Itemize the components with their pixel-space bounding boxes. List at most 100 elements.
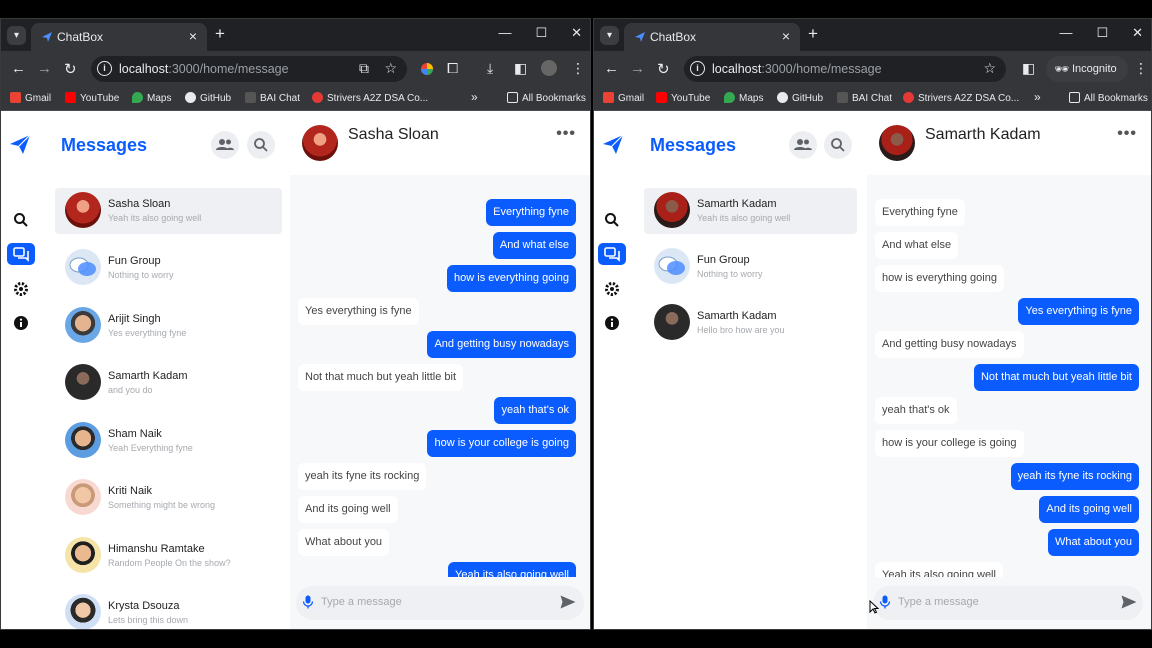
contacts-button[interactable] bbox=[789, 131, 817, 159]
conversation-panel: Messages Sasha Sloan Yeah its also going… bbox=[41, 111, 289, 629]
download-icon[interactable]: ⤓ bbox=[487, 60, 493, 77]
more-options-icon[interactable]: ••• bbox=[1117, 125, 1137, 143]
new-tab-icon[interactable]: + bbox=[215, 24, 225, 44]
conversation-item[interactable]: Sham Naik Yeah Everything fyne bbox=[55, 418, 282, 464]
conversation-item[interactable]: Krysta Dsouza Lets bring this down bbox=[55, 590, 282, 629]
all-bookmarks[interactable]: All Bookmarks bbox=[1069, 92, 1148, 104]
bookmark-youtube[interactable]: YouTube bbox=[65, 92, 119, 104]
side-panel-icon[interactable]: ◧ bbox=[514, 60, 527, 77]
search-button[interactable] bbox=[247, 131, 275, 159]
reload-icon[interactable]: ↻ bbox=[657, 60, 670, 78]
nav-info-icon[interactable] bbox=[7, 312, 35, 334]
profile-avatar[interactable] bbox=[541, 60, 557, 76]
browser-toolbar: ← → ↻ i localhost:3000/home/message ⧉ ☆ … bbox=[1, 51, 590, 87]
app-logo-icon bbox=[603, 134, 624, 154]
more-bookmarks-icon[interactable]: » bbox=[471, 90, 478, 104]
minimize-icon[interactable]: — bbox=[1059, 25, 1072, 41]
message-bubble: yeah its fyne its rocking bbox=[298, 463, 427, 490]
close-window-icon[interactable]: ✕ bbox=[571, 25, 582, 41]
conversation-item[interactable]: Arijit Singh Yes everything fyne bbox=[55, 303, 282, 349]
conversation-preview: Yes everything fyne bbox=[108, 328, 187, 338]
url-text: localhost:3000/home/message bbox=[712, 62, 882, 76]
conversation-name: Kriti Naik bbox=[108, 485, 153, 497]
forward-icon[interactable]: → bbox=[37, 60, 52, 77]
conversation-item[interactable]: Kriti Naik Something might be wrong bbox=[55, 475, 282, 521]
bookmark-strivers[interactable]: Strivers A2Z DSA Co... bbox=[312, 92, 428, 104]
bookmark-github[interactable]: GitHub bbox=[185, 92, 231, 104]
chat-panel: Samarth Kadam ••• Everything fyne And wh… bbox=[867, 111, 1151, 629]
forward-icon[interactable]: → bbox=[630, 60, 645, 77]
nav-info-icon[interactable] bbox=[598, 312, 626, 334]
site-info-icon[interactable]: i bbox=[97, 61, 112, 76]
screen: ▾ ChatBox × + — ☐ ✕ ← → ↻ i localhost:30… bbox=[0, 0, 1152, 648]
nav-settings-icon[interactable] bbox=[7, 278, 35, 300]
bookmark-gmail[interactable]: Gmail bbox=[10, 92, 51, 104]
reload-icon[interactable]: ↻ bbox=[64, 60, 77, 78]
close-window-icon[interactable]: ✕ bbox=[1132, 25, 1143, 41]
bookmark-maps[interactable]: Maps bbox=[724, 92, 763, 104]
browser-window-right: ▾ ChatBox × + — ☐ ✕ ← → ↻ i localhost:30… bbox=[593, 18, 1152, 630]
extensions-puzzle-icon[interactable]: ⧠ bbox=[447, 60, 458, 77]
cast-icon[interactable]: ⧉ bbox=[359, 60, 369, 77]
address-bar[interactable]: i localhost:3000/home/message ☆ bbox=[684, 56, 1006, 82]
all-bookmarks[interactable]: All Bookmarks bbox=[507, 92, 586, 104]
back-icon[interactable]: ← bbox=[604, 60, 619, 77]
bookmark-github[interactable]: GitHub bbox=[777, 92, 823, 104]
bookmark-strivers[interactable]: Strivers A2Z DSA Co... bbox=[903, 92, 1019, 104]
send-icon[interactable] bbox=[560, 595, 576, 609]
conversation-item[interactable]: Fun Group Nothing to worry bbox=[55, 245, 282, 291]
menu-kebab-icon[interactable]: ⋮ bbox=[1134, 60, 1148, 77]
new-tab-icon[interactable]: + bbox=[808, 24, 818, 44]
conversation-name: Sham Naik bbox=[108, 428, 162, 440]
bookmark-youtube[interactable]: YouTube bbox=[656, 92, 710, 104]
side-panel-icon[interactable]: ◧ bbox=[1022, 60, 1035, 77]
search-button[interactable] bbox=[824, 131, 852, 159]
minimize-icon[interactable]: — bbox=[498, 25, 511, 41]
maximize-icon[interactable]: ☐ bbox=[535, 25, 547, 41]
microphone-icon[interactable] bbox=[879, 595, 891, 609]
maximize-icon[interactable]: ☐ bbox=[1096, 25, 1108, 41]
bookmark-gmail[interactable]: Gmail bbox=[603, 92, 644, 104]
microphone-icon[interactable] bbox=[302, 595, 314, 609]
bookmark-star-icon[interactable]: ☆ bbox=[384, 60, 397, 77]
incognito-icon: 🕶 bbox=[1054, 62, 1070, 76]
more-bookmarks-icon[interactable]: » bbox=[1034, 90, 1041, 104]
conversation-item[interactable]: Samarth Kadam and you do bbox=[55, 360, 282, 406]
bookmark-bai-chat[interactable]: BAI Chat bbox=[245, 92, 300, 104]
conversation-item[interactable]: Samarth Kadam Yeah its also going well bbox=[644, 188, 857, 234]
menu-kebab-icon[interactable]: ⋮ bbox=[571, 60, 585, 77]
conversation-item[interactable]: Sasha Sloan Yeah its also going well bbox=[55, 188, 282, 234]
chat-contact-name: Sasha Sloan bbox=[348, 126, 439, 143]
conversation-item[interactable]: Himanshu Ramtake Random People On the sh… bbox=[55, 533, 282, 579]
tab-chatbox[interactable]: ChatBox × bbox=[31, 23, 207, 51]
tab-search-icon[interactable]: ▾ bbox=[7, 26, 26, 45]
message-bubble: how is your college is going bbox=[875, 430, 1024, 457]
address-bar[interactable]: i localhost:3000/home/message ⧉ ☆ bbox=[91, 56, 407, 82]
close-tab-icon[interactable]: × bbox=[189, 28, 197, 44]
conversation-preview: Something might be wrong bbox=[108, 500, 216, 510]
contacts-button[interactable] bbox=[211, 131, 239, 159]
send-icon[interactable] bbox=[1121, 595, 1137, 609]
incognito-badge[interactable]: 🕶 Incognito bbox=[1046, 56, 1128, 82]
tab-title: ChatBox bbox=[650, 30, 697, 44]
bookmark-star-icon[interactable]: ☆ bbox=[983, 60, 996, 77]
back-icon[interactable]: ← bbox=[11, 60, 26, 77]
close-tab-icon[interactable]: × bbox=[782, 28, 790, 44]
bookmark-maps[interactable]: Maps bbox=[132, 92, 171, 104]
conversation-name: Himanshu Ramtake bbox=[108, 543, 205, 555]
nav-search-icon[interactable] bbox=[598, 209, 626, 231]
nav-messages-icon[interactable] bbox=[598, 243, 626, 265]
avatar bbox=[65, 307, 101, 343]
more-options-icon[interactable]: ••• bbox=[556, 125, 576, 143]
bookmark-bai-chat[interactable]: BAI Chat bbox=[837, 92, 892, 104]
nav-messages-icon[interactable] bbox=[7, 243, 35, 265]
nav-search-icon[interactable] bbox=[7, 209, 35, 231]
nav-settings-icon[interactable] bbox=[598, 278, 626, 300]
conversation-item[interactable]: Samarth Kadam Hello bro how are you bbox=[644, 300, 857, 346]
conversation-item[interactable]: Fun Group Nothing to worry bbox=[644, 244, 857, 290]
extension-color-icon[interactable] bbox=[420, 62, 434, 76]
avatar bbox=[65, 594, 101, 629]
site-info-icon[interactable]: i bbox=[690, 61, 705, 76]
tab-search-icon[interactable]: ▾ bbox=[600, 26, 619, 45]
tab-chatbox[interactable]: ChatBox × bbox=[624, 23, 800, 51]
